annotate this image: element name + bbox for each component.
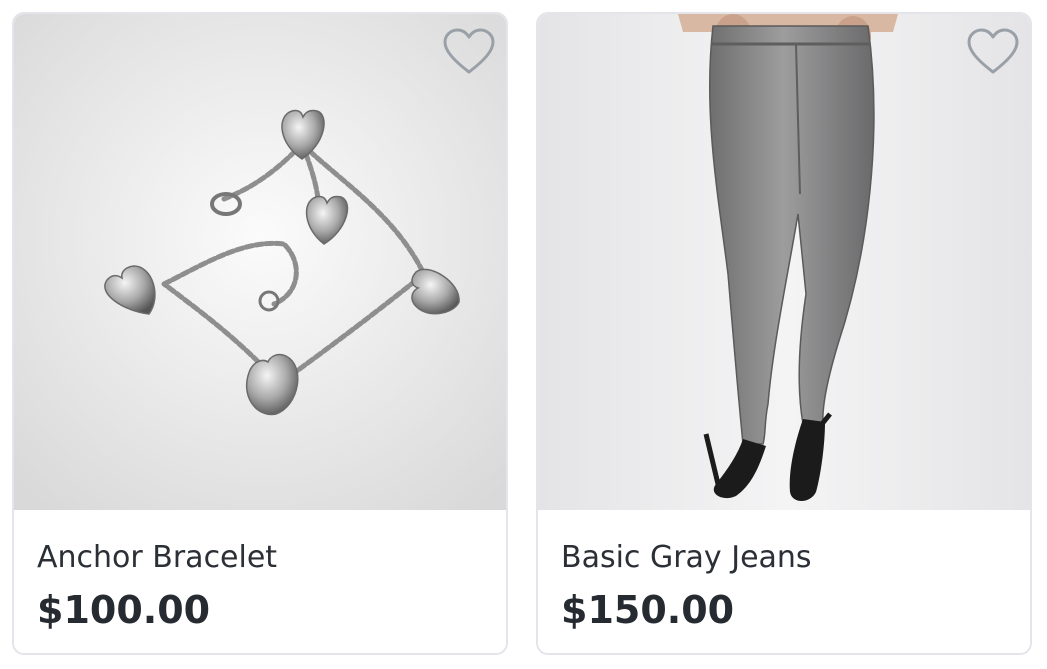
product-name[interactable]: Basic Gray Jeans	[561, 540, 812, 575]
product-image[interactable]	[538, 14, 1030, 510]
product-card[interactable]: Basic Gray Jeans $150.00	[536, 12, 1032, 655]
product-info: Anchor Bracelet $100.00	[14, 510, 506, 653]
product-price: $100.00	[37, 588, 211, 632]
product-price: $150.00	[561, 588, 735, 632]
bracelet-illustration	[14, 14, 506, 510]
heart-outline-icon[interactable]	[966, 28, 1020, 76]
heart-outline-icon[interactable]	[442, 28, 496, 76]
jeans-illustration	[538, 14, 1030, 510]
product-image[interactable]	[14, 14, 506, 510]
product-name[interactable]: Anchor Bracelet	[37, 540, 277, 575]
product-info: Basic Gray Jeans $150.00	[538, 510, 1030, 653]
product-card[interactable]: Anchor Bracelet $100.00	[12, 12, 508, 655]
